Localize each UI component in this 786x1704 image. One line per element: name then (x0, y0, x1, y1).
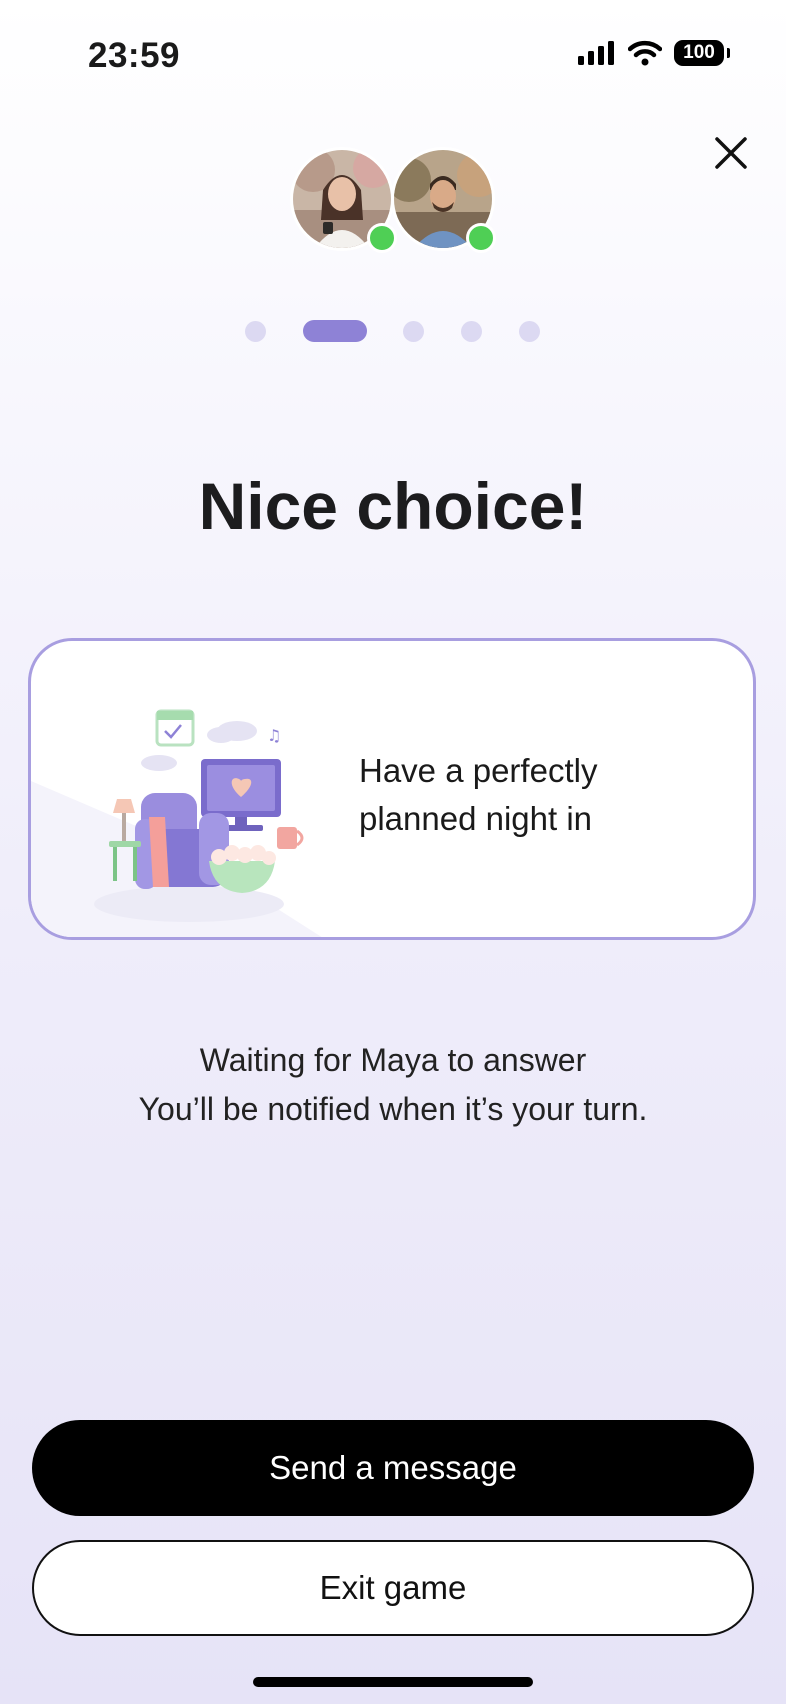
home-indicator (253, 1677, 533, 1687)
wifi-icon (628, 40, 662, 66)
send-message-button[interactable]: Send a message (32, 1420, 754, 1516)
page-title: Nice choice! (198, 469, 588, 543)
pager-dot (461, 321, 482, 342)
close-icon (715, 137, 747, 169)
pager-dot (519, 321, 540, 342)
participants-avatars (290, 147, 500, 253)
waiting-line: Waiting for Maya to answer (199, 1042, 587, 1078)
choice-text: Have a perfectly planned night in (359, 747, 699, 843)
status-time: 23:59 (88, 36, 181, 75)
pager-dot-active (303, 320, 367, 342)
choice-text-line: Have a perfectly (359, 752, 598, 789)
status-icons: 100 (578, 40, 730, 66)
notify-line: You’ll be notified when it’s your turn. (138, 1091, 648, 1127)
close-button[interactable] (708, 130, 754, 176)
progress-pager (0, 319, 786, 343)
signal-icon (578, 41, 614, 65)
night-in-illustration: ♫ (94, 709, 304, 922)
choice-text-line: planned night in (359, 800, 593, 837)
pager-dot (245, 321, 266, 342)
choice-card: ♫ Have a perfectly planned night in (28, 638, 756, 940)
exit-game-button[interactable]: Exit game (32, 1540, 754, 1636)
pager-dot (403, 321, 424, 342)
battery-level: 100 (683, 42, 715, 63)
online-indicator (466, 223, 496, 253)
waiting-message: Waiting for Maya to answer You’ll be not… (0, 1036, 786, 1134)
battery-icon: 100 (674, 40, 730, 66)
online-indicator (367, 223, 397, 253)
svg-text:♫: ♫ (267, 726, 281, 745)
